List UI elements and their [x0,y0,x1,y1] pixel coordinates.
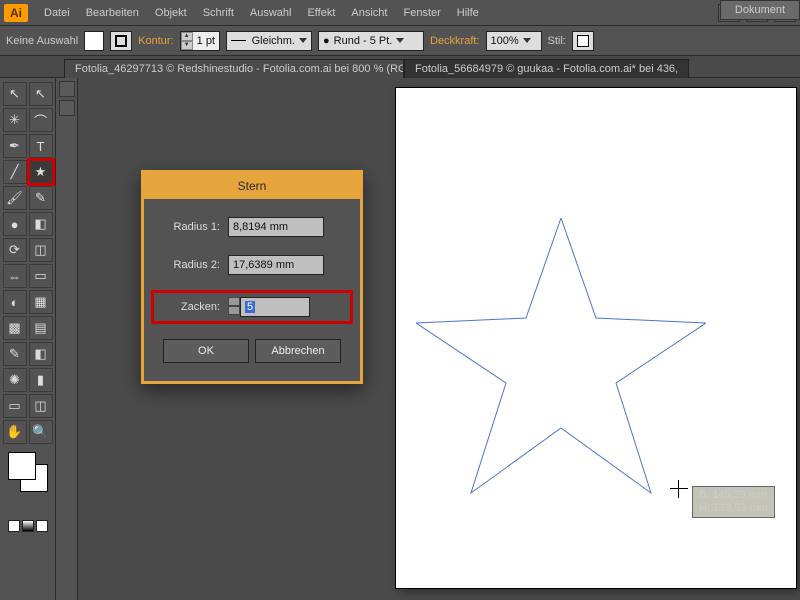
gradient-tool[interactable]: ▤ [29,316,53,340]
stroke-label: Kontur: [138,35,173,47]
radius1-field[interactable] [228,217,324,237]
menu-hilfe[interactable]: Hilfe [449,0,487,26]
document-setup-button[interactable]: Dokument [720,0,800,20]
none-mode-icon[interactable] [36,520,48,532]
graphic-style[interactable] [572,31,594,51]
stroke-weight[interactable]: ▲▼1 pt [180,31,220,51]
opacity-label: Deckkraft: [430,35,480,47]
slice-tool[interactable]: ◫ [29,394,53,418]
cancel-button[interactable]: Abbrechen [255,339,341,363]
dialog-title: Stern [144,173,360,199]
symbol-sprayer-tool[interactable]: ✺ [3,368,27,392]
line-segment-tool[interactable]: ╱ [3,160,27,184]
style-label: Stil: [548,35,566,47]
pen-tool[interactable]: ✒ [3,134,27,158]
fill-color[interactable] [8,452,36,480]
tools-panel: ↖↖✳⌒✒T╱★🖌✎●◧⟳◫⇔▭◐▦▩▤✎◧✺▮▭◫✋🔍 [0,78,56,600]
left-gutter [56,78,78,600]
document-tabs: Fotolia_46297713 © Redshinestudio - Foto… [0,56,800,78]
blob-brush-tool[interactable]: ● [3,212,27,236]
points-stepper[interactable] [228,297,240,317]
selection-tool[interactable]: ↖ [3,82,27,106]
radius1-label: Radius 1: [158,221,220,233]
dimensions-tooltip: B: 145,39 mm H: 139,93 mm [692,486,775,518]
selection-status: Keine Auswahl [6,35,78,47]
fill-swatch[interactable] [84,31,104,51]
star-shape[interactable] [416,218,706,498]
direct-selection-tool[interactable]: ↖ [29,82,53,106]
gradient-mode-icon[interactable] [22,520,34,532]
menu-bar: Ai Datei Bearbeiten Objekt Schrift Auswa… [0,0,800,26]
opacity-field[interactable]: 100% [486,31,542,51]
points-field[interactable]: 5 [240,297,310,317]
mesh-tool[interactable]: ▩ [3,316,27,340]
radius2-field[interactable] [228,255,324,275]
gutter-icon[interactable] [59,81,75,97]
lasso-tool[interactable]: ⌒ [29,108,53,132]
tab-document-1[interactable]: Fotolia_46297713 © Redshinestudio - Foto… [64,59,404,78]
brush-definition[interactable]: ●Rund - 5 Pt. [318,31,424,51]
free-transform-tool[interactable]: ▭ [29,264,53,288]
app-logo: Ai [4,4,28,22]
menu-datei[interactable]: Datei [36,0,78,26]
blend-tool[interactable]: ◧ [29,342,53,366]
column-graph-tool[interactable]: ▮ [29,368,53,392]
menu-ansicht[interactable]: Ansicht [343,0,395,26]
paintbrush-tool[interactable]: 🖌 [3,186,27,210]
scale-tool[interactable]: ◫ [29,238,53,262]
fill-stroke-control[interactable] [8,452,48,492]
artboard-tool[interactable]: ▭ [3,394,27,418]
canvas-area: B: 145,39 mm H: 139,93 mm Stern Radius 1… [56,78,800,600]
stroke-swatch[interactable] [110,31,132,51]
menu-bearbeiten[interactable]: Bearbeiten [78,0,147,26]
menu-effekt[interactable]: Effekt [299,0,343,26]
dash-profile[interactable]: Gleichm. [226,31,312,51]
star-dialog: Stern Radius 1: Radius 2: Zacken: 5 [141,170,363,384]
hand-tool[interactable]: ✋ [3,420,27,444]
pencil-tool[interactable]: ✎ [29,186,53,210]
perspective-grid-tool[interactable]: ▦ [29,290,53,314]
points-label: Zacken: [158,301,220,313]
zoom-tool[interactable]: 🔍 [29,420,53,444]
magic-wand-tool[interactable]: ✳ [3,108,27,132]
gutter-icon[interactable] [59,100,75,116]
eyedropper-tool[interactable]: ✎ [3,342,27,366]
menu-schrift[interactable]: Schrift [195,0,242,26]
radius2-label: Radius 2: [158,259,220,271]
rotate-tool[interactable]: ⟳ [3,238,27,262]
star-tool[interactable]: ★ [29,160,53,184]
width-tool[interactable]: ⇔ [3,264,27,288]
eraser-tool[interactable]: ◧ [29,212,53,236]
type-tool[interactable]: T [29,134,53,158]
tab-document-2[interactable]: Fotolia_56684979 © guukaa - Fotolia.com.… [404,59,689,78]
menu-auswahl[interactable]: Auswahl [242,0,300,26]
shape-builder-tool[interactable]: ◐ [3,290,27,314]
control-bar: Keine Auswahl Kontur: ▲▼1 pt Gleichm. ●R… [0,26,800,56]
ok-button[interactable]: OK [163,339,249,363]
menu-objekt[interactable]: Objekt [147,0,195,26]
menu-fenster[interactable]: Fenster [395,0,448,26]
color-mode-icon[interactable] [8,520,20,532]
